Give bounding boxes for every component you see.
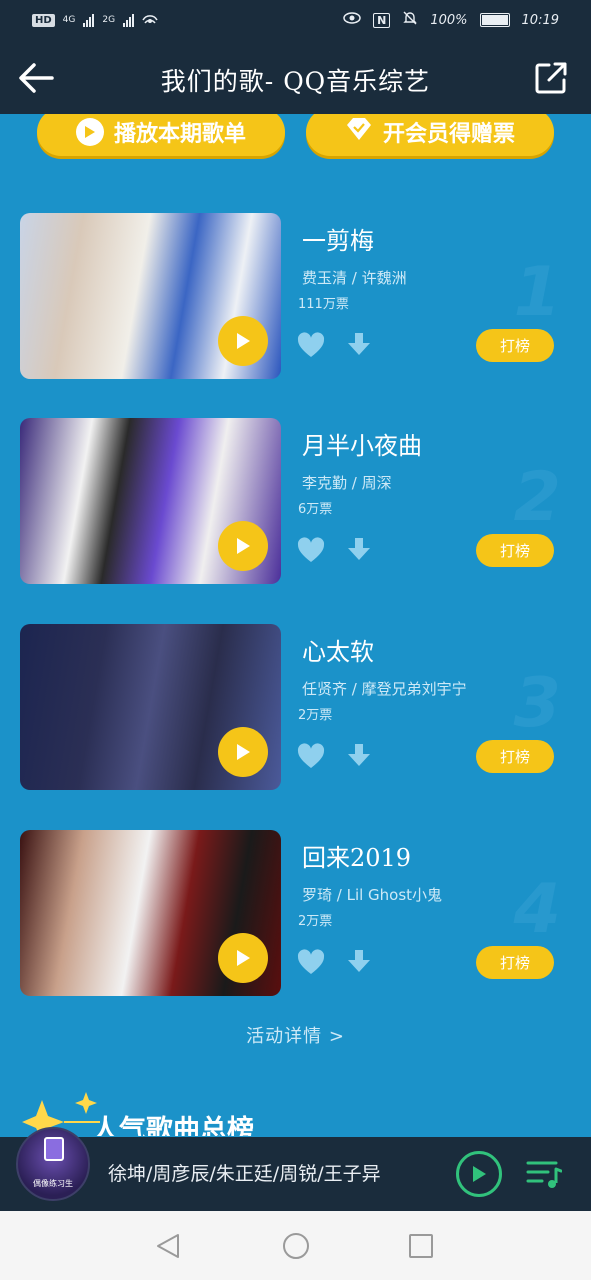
like-heart-icon[interactable] [296,742,326,770]
status-bar: HD 4G 2G N 100% 10:19 [0,0,591,42]
play-song-button[interactable] [218,933,268,983]
song-title: 回来2019 [302,844,412,872]
vote-rank-button[interactable]: 打榜 [476,740,554,773]
song-title: 月半小夜曲 [302,432,422,460]
song-title: 心太软 [302,638,374,666]
song-title: 一剪梅 [302,227,374,255]
vip-gift-button[interactable]: 开会员得赠票 [306,114,554,156]
nav-back-icon[interactable] [154,1231,184,1261]
network-type-2: 2G [102,14,116,25]
play-song-button[interactable] [218,316,268,366]
vip-gift-label: 开会员得赠票 [382,122,515,147]
song-thumbnail[interactable] [20,213,281,379]
signal-icon-2 [123,13,135,27]
network-type-1: 4G [62,14,76,25]
play-circle-icon [75,118,104,146]
diamond-icon [345,116,373,148]
download-icon[interactable] [344,948,374,976]
activity-details-link[interactable]: 活动详情 > [0,1022,591,1048]
vote-rank-button[interactable]: 打榜 [476,329,554,362]
like-heart-icon[interactable] [296,331,326,359]
song-artists: 李克勤 / 周深 [302,474,392,492]
like-heart-icon[interactable] [296,948,326,976]
song-thumbnail[interactable] [20,830,281,996]
song-item: 一剪梅 费玉清 / 许魏洲 111万票 打榜 1 [0,213,591,381]
play-song-button[interactable] [218,727,268,777]
mini-player[interactable]: 偶像练习生 徐坤/周彦辰/朱正廷/周锐/王子异 [0,1127,591,1211]
show-logo-icon [44,1137,64,1161]
title-bar: 我们的歌- QQ音乐综艺 [0,42,591,114]
back-button[interactable] [16,60,56,96]
nav-recents-icon[interactable] [406,1231,436,1261]
now-playing-track[interactable]: 徐坤/周彦辰/朱正廷/周锐/王子异 [108,1159,381,1186]
song-item: 心太软 任贤齐 / 摩登兄弟刘宇宁 2万票 打榜 3 [0,624,591,792]
nfc-icon: N [373,12,391,28]
song-artists: 罗琦 / Lil Ghost小鬼 [302,886,443,904]
song-item: 回来2019 罗琦 / Lil Ghost小鬼 2万票 打榜 4 [0,830,591,998]
play-playlist-label: 播放本期歌单 [113,122,246,147]
hotspot-icon [142,11,158,29]
rank-number: 4 [513,870,561,949]
song-thumbnail[interactable] [20,624,281,790]
mute-bell-icon [402,10,418,30]
rank-number: 3 [513,664,561,743]
battery-icon [479,13,510,27]
like-heart-icon[interactable] [296,536,326,564]
vote-rank-button[interactable]: 打榜 [476,534,554,567]
song-votes: 2万票 [298,914,333,929]
cover-label: 偶像练习生 [33,1179,73,1188]
song-artists: 任贤齐 / 摩登兄弟刘宇宁 [302,680,467,698]
download-icon[interactable] [344,742,374,770]
signal-icon [83,13,95,27]
song-artists: 费玉清 / 许魏洲 [302,269,407,287]
clock: 10:19 [521,12,559,28]
download-icon[interactable] [344,331,374,359]
section-title: 人气歌曲总榜 [92,1115,254,1136]
battery-percent: 100% [430,12,468,28]
play-pause-button[interactable] [456,1151,502,1197]
hd-indicator: HD [32,13,55,27]
play-playlist-button[interactable]: 播放本期歌单 [37,114,285,156]
page-title: 我们的歌- QQ音乐综艺 [160,67,431,96]
play-song-button[interactable] [218,521,268,571]
system-nav-bar [0,1211,591,1280]
song-item: 月半小夜曲 李克勤 / 周深 6万票 打榜 2 [0,418,591,586]
song-votes: 6万票 [298,502,333,517]
nav-home-icon[interactable] [281,1231,311,1261]
rank-number: 1 [513,253,561,332]
song-votes: 111万票 [298,297,349,312]
rank-number: 2 [513,458,561,537]
eye-icon [343,12,361,28]
share-button[interactable] [533,60,569,96]
album-cover[interactable]: 偶像练习生 [16,1127,90,1201]
playlist-queue-icon[interactable] [526,1157,563,1191]
song-votes: 2万票 [298,708,333,723]
vote-rank-button[interactable]: 打榜 [476,946,554,979]
download-icon[interactable] [344,536,374,564]
song-thumbnail[interactable] [20,418,281,584]
main-content: 播放本期歌单 开会员得赠票 一剪梅 费玉清 / 许魏洲 111万票 打榜 1 月… [0,114,591,1136]
